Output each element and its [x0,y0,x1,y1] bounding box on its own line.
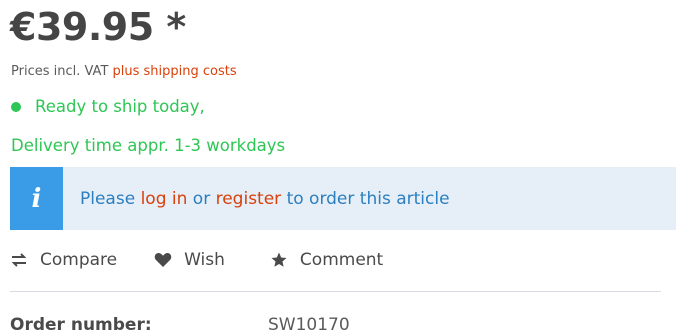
product-price: €39.95 * [10,5,186,49]
comment-button[interactable]: Comment [270,250,383,270]
heart-icon [154,251,172,269]
notice-text-after: to order this article [281,188,450,209]
star-icon [270,251,288,269]
notice-text-middle: or [187,188,216,209]
notice-text-before: Please [80,188,141,209]
register-link[interactable]: register [216,189,282,209]
info-icon: i [10,167,63,230]
order-number-value: SW10170 [268,315,350,335]
compare-button[interactable]: Compare [10,250,117,270]
delivery-time: Delivery time appr. 1-3 workdays [11,136,286,155]
shipping-costs-link[interactable]: plus shipping costs [113,64,237,79]
comment-label: Comment [299,250,384,270]
availability-status: Ready to ship today, [11,96,205,118]
vat-text: Prices incl. VAT [11,64,113,79]
availability-text: Ready to ship today, [35,97,205,116]
login-link[interactable]: log in [141,189,188,209]
login-notice: i Please log in or register to order thi… [10,167,676,230]
wish-label: Wish [184,250,225,270]
product-buybox: €39.95 * Prices incl. VAT plus shipping … [0,0,676,336]
wish-button[interactable]: Wish [154,250,225,270]
compare-label: Compare [40,250,118,270]
vat-note: Prices incl. VAT plus shipping costs [11,63,237,81]
login-notice-text: Please log in or register to order this … [80,189,450,209]
section-divider [10,291,661,292]
order-number-label: Order number: [10,315,152,335]
product-actions: Compare Wish Comment [10,250,383,270]
compare-arrows-icon [10,251,28,269]
status-dot-icon [11,102,21,112]
